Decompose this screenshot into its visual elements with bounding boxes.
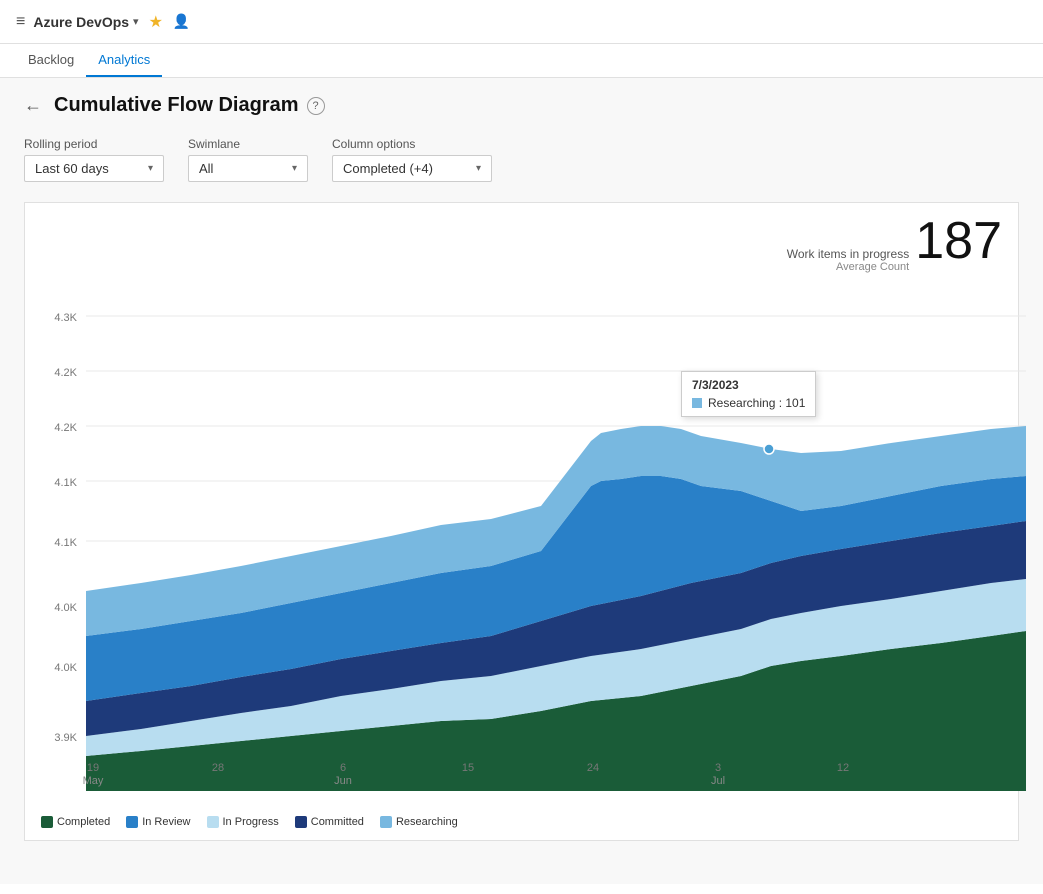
legend-label-completed: Completed xyxy=(57,816,110,828)
page-content: ← Cumulative Flow Diagram ? Rolling peri… xyxy=(0,78,1043,884)
legend-swatch-in-progress xyxy=(207,816,219,828)
svg-text:May: May xyxy=(83,775,104,787)
swimlane-select[interactable]: All ▾ xyxy=(188,155,308,182)
legend-swatch-committed xyxy=(295,816,307,828)
rolling-period-select[interactable]: Last 60 days ▾ xyxy=(24,155,164,182)
legend-item-completed: Completed xyxy=(41,816,110,828)
top-bar: ≡ Azure DevOps ▾ ★ 👤 xyxy=(0,0,1043,44)
app-menu-icon[interactable]: ≡ xyxy=(16,13,25,31)
chart-svg-wrapper: 4.3K 4.2K 4.2K 4.1K 4.1K 4.0K 4.0K 3.9K xyxy=(41,281,1002,804)
legend-swatch-in-review xyxy=(126,816,138,828)
tooltip-dot xyxy=(764,444,774,454)
legend-swatch-researching xyxy=(380,816,392,828)
rolling-period-label: Rolling period xyxy=(24,137,164,151)
chart-legend: Completed In Review In Progress Committe… xyxy=(41,812,1002,832)
svg-text:6: 6 xyxy=(340,762,346,774)
svg-text:4.0K: 4.0K xyxy=(54,602,77,614)
legend-label-committed: Committed xyxy=(311,816,364,828)
legend-swatch-completed xyxy=(41,816,53,828)
svg-text:12: 12 xyxy=(837,762,849,774)
app-chevron-icon[interactable]: ▾ xyxy=(133,15,139,28)
svg-text:4.1K: 4.1K xyxy=(54,537,77,549)
svg-text:4.3K: 4.3K xyxy=(54,312,77,324)
legend-item-committed: Committed xyxy=(295,816,364,828)
page-header: ← Cumulative Flow Diagram ? xyxy=(24,94,1019,117)
help-icon[interactable]: ? xyxy=(307,97,325,115)
user-icon[interactable]: 👤 xyxy=(173,13,190,30)
svg-text:4.1K: 4.1K xyxy=(54,477,77,489)
legend-item-in-progress: In Progress xyxy=(207,816,279,828)
svg-text:24: 24 xyxy=(587,762,599,774)
legend-label-researching: Researching xyxy=(396,816,458,828)
tab-analytics[interactable]: Analytics xyxy=(86,44,162,77)
back-button[interactable]: ← xyxy=(24,95,42,116)
tab-backlog[interactable]: Backlog xyxy=(16,44,86,77)
chart-container: Work items in progress Average Count 187… xyxy=(24,202,1019,841)
chart-header: Work items in progress Average Count 187 xyxy=(41,215,1002,273)
legend-label-in-progress: In Progress xyxy=(223,816,279,828)
legend-label-in-review: In Review xyxy=(142,816,190,828)
svg-text:Jun: Jun xyxy=(334,775,352,787)
svg-text:3.9K: 3.9K xyxy=(54,732,77,744)
legend-item-researching: Researching xyxy=(380,816,458,828)
column-options-filter: Column options Completed (+4) ▾ xyxy=(332,137,492,182)
svg-text:4.0K: 4.0K xyxy=(54,662,77,674)
wip-count: 187 xyxy=(915,215,1002,267)
svg-text:4.2K: 4.2K xyxy=(54,422,77,434)
nav-tabs: Backlog Analytics xyxy=(0,44,1043,78)
swimlane-label: Swimlane xyxy=(188,137,308,151)
wip-label: Work items in progress xyxy=(787,247,909,261)
rolling-period-filter: Rolling period Last 60 days ▾ xyxy=(24,137,164,182)
column-options-chevron: ▾ xyxy=(476,163,481,174)
app-name[interactable]: Azure DevOps xyxy=(33,14,129,30)
filters-row: Rolling period Last 60 days ▾ Swimlane A… xyxy=(24,137,1019,182)
swimlane-filter: Swimlane All ▾ xyxy=(188,137,308,182)
chart-svg: 4.3K 4.2K 4.2K 4.1K 4.1K 4.0K 4.0K 3.9K xyxy=(41,281,1036,801)
rolling-period-chevron: ▾ xyxy=(148,163,153,174)
page-title: Cumulative Flow Diagram xyxy=(54,94,299,117)
svg-text:3: 3 xyxy=(715,762,721,774)
favorite-icon[interactable]: ★ xyxy=(149,12,163,32)
svg-text:28: 28 xyxy=(212,762,224,774)
column-options-select[interactable]: Completed (+4) ▾ xyxy=(332,155,492,182)
column-options-label: Column options xyxy=(332,137,492,151)
swimlane-chevron: ▾ xyxy=(292,163,297,174)
legend-item-in-review: In Review xyxy=(126,816,190,828)
avg-count-label: Average Count xyxy=(787,261,909,273)
svg-text:Jul: Jul xyxy=(711,775,725,787)
svg-text:4.2K: 4.2K xyxy=(54,367,77,379)
svg-text:19: 19 xyxy=(87,762,99,774)
svg-text:15: 15 xyxy=(462,762,474,774)
